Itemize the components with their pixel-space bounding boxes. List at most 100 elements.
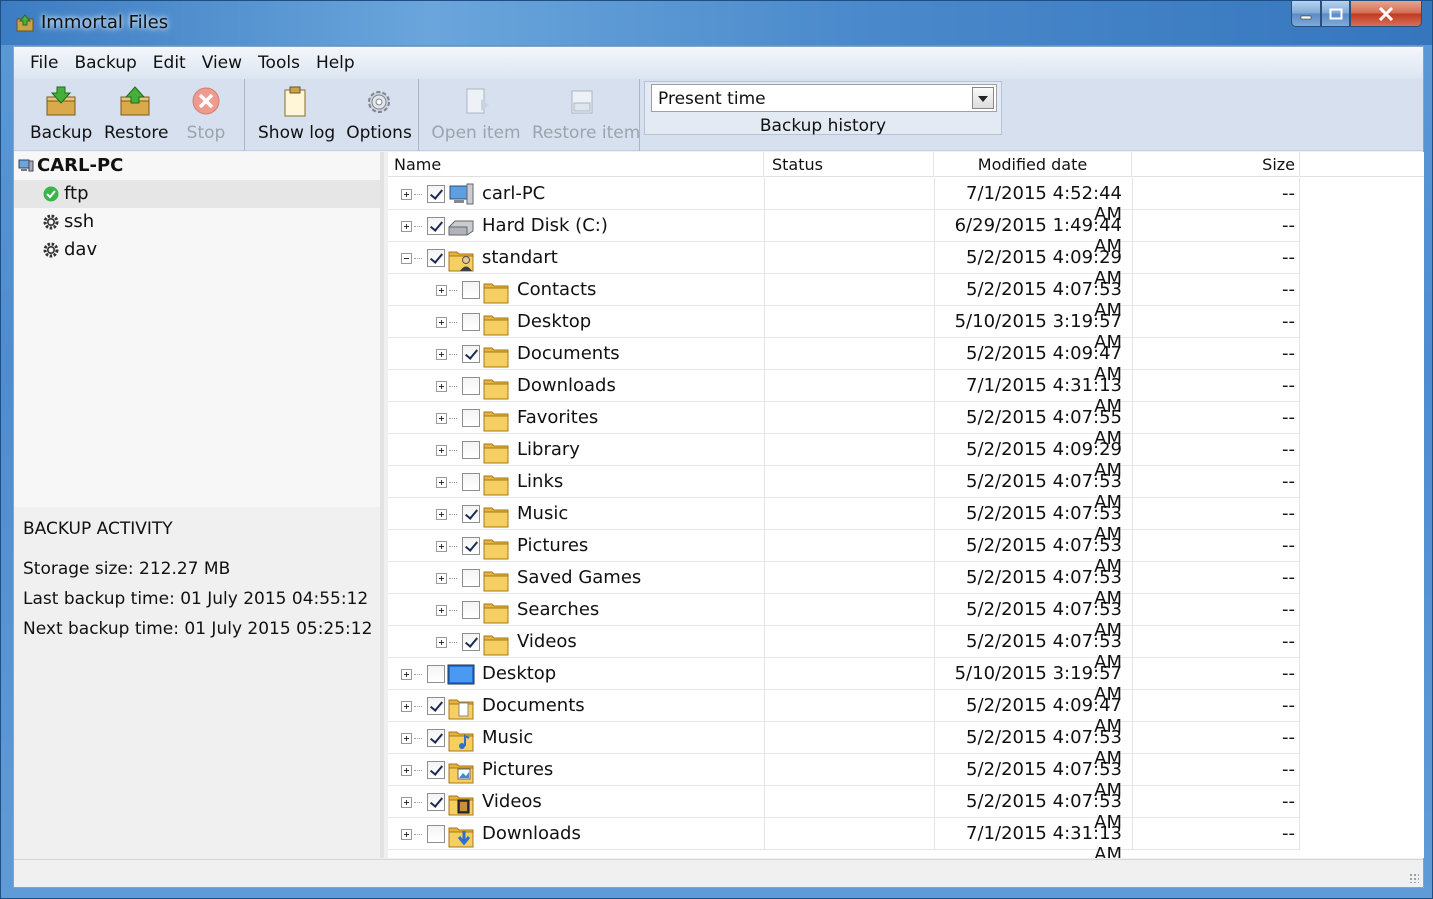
menu-backup[interactable]: Backup [66,53,144,73]
expand-icon[interactable] [401,797,412,808]
options-button[interactable]: Options [346,83,412,147]
row-checkbox[interactable] [427,217,445,235]
row-checkbox[interactable] [462,377,480,395]
tree-connector [449,610,457,611]
row-checkbox[interactable] [462,505,480,523]
row-checkbox[interactable] [427,825,445,843]
expand-icon[interactable] [436,413,447,424]
expand-icon[interactable] [436,509,447,520]
row-checkbox[interactable] [427,793,445,811]
backup-button[interactable]: Backup [30,83,92,147]
downloads-folder-icon [448,827,474,848]
backup-history-select[interactable]: Present time [651,84,997,112]
title-bar[interactable]: Immortal Files [1,1,1432,45]
row-checkbox[interactable] [427,761,445,779]
expand-icon[interactable] [436,605,447,616]
maximize-button[interactable] [1321,1,1350,27]
expand-icon[interactable] [401,701,412,712]
table-row[interactable]: Favorites 5/2/2015 4:07:55 AM -- [388,402,1300,449]
row-size: -- [1132,786,1300,818]
row-modified-date: 5/2/2015 4:07:53 AM [934,530,1132,577]
table-row[interactable]: Music 5/2/2015 4:07:53 AM -- [388,722,1300,769]
expand-icon[interactable] [401,765,412,776]
expand-icon[interactable] [436,477,447,488]
tree-item-dav[interactable]: dav [14,236,380,264]
collapse-icon[interactable] [401,253,412,264]
expand-icon[interactable] [436,317,447,328]
row-checkbox[interactable] [462,569,480,587]
column-header-name[interactable]: Name [388,152,764,177]
row-checkbox[interactable] [427,665,445,683]
row-checkbox[interactable] [462,633,480,651]
column-header-modified[interactable]: Modified date [934,152,1132,177]
menu-file[interactable]: File [22,53,66,73]
table-row[interactable]: Searches 5/2/2015 4:07:53 AM -- [388,594,1300,641]
expand-icon[interactable] [436,285,447,296]
expand-icon[interactable] [436,573,447,584]
row-checkbox[interactable] [462,601,480,619]
row-checkbox[interactable] [462,409,480,427]
row-size: -- [1132,562,1300,594]
row-checkbox[interactable] [462,537,480,555]
table-row[interactable]: carl-PC 7/1/2015 4:52:44 AM -- [388,178,1300,225]
table-row[interactable]: Documents 5/2/2015 4:09:47 AM -- [388,690,1300,737]
expand-icon[interactable] [401,221,412,232]
table-row[interactable]: Links 5/2/2015 4:07:53 AM -- [388,466,1300,513]
chevron-down-icon[interactable] [972,87,994,109]
stop-button[interactable]: Stop [178,83,234,147]
table-row[interactable]: Downloads 7/1/2015 4:31:13 AM -- [388,818,1300,858]
expand-icon[interactable] [436,541,447,552]
row-checkbox[interactable] [427,249,445,267]
row-checkbox[interactable] [462,473,480,491]
table-row[interactable]: Music 5/2/2015 4:07:53 AM -- [388,498,1300,545]
minimize-button[interactable] [1291,1,1321,27]
expand-icon[interactable] [436,637,447,648]
row-checkbox[interactable] [462,345,480,363]
table-row[interactable]: standart 5/2/2015 4:09:29 AM -- [388,242,1300,289]
close-button[interactable] [1350,1,1422,27]
tree-item-ssh[interactable]: ssh [14,208,380,236]
row-checkbox[interactable] [427,729,445,747]
menu-tools[interactable]: Tools [250,53,308,73]
row-status [764,242,934,274]
column-header-size[interactable]: Size [1132,152,1300,177]
table-row[interactable]: Documents 5/2/2015 4:09:47 AM -- [388,338,1300,385]
restore-item-button[interactable]: Restore item [532,83,640,147]
table-row[interactable]: Pictures 5/2/2015 4:07:53 AM -- [388,754,1300,801]
menu-help[interactable]: Help [308,53,363,73]
table-row[interactable]: Pictures 5/2/2015 4:07:53 AM -- [388,530,1300,577]
table-row[interactable]: Saved Games 5/2/2015 4:07:53 AM -- [388,562,1300,609]
expand-icon[interactable] [401,669,412,680]
backup-history-label: Backup history [759,116,887,136]
table-row[interactable]: Videos 5/2/2015 4:07:53 AM -- [388,626,1300,673]
row-checkbox[interactable] [427,185,445,203]
row-checkbox[interactable] [462,281,480,299]
expand-icon[interactable] [436,349,447,360]
expand-icon[interactable] [401,733,412,744]
row-checkbox[interactable] [427,697,445,715]
restore-button[interactable]: Restore [104,83,169,147]
table-row[interactable]: Desktop 5/10/2015 3:19:57 AM -- [388,306,1300,353]
table-row[interactable]: Contacts 5/2/2015 4:07:53 AM -- [388,274,1300,321]
menu-view[interactable]: View [194,53,250,73]
folder-icon [483,507,509,528]
row-checkbox[interactable] [462,313,480,331]
table-row[interactable]: Hard Disk (C:) 6/29/2015 1:49:44 AM -- [388,210,1300,257]
tree-root[interactable]: CARL-PC [14,152,380,180]
row-checkbox[interactable] [462,441,480,459]
table-row[interactable]: Desktop 5/10/2015 3:19:57 AM -- [388,658,1300,705]
table-row[interactable]: Downloads 7/1/2015 4:31:13 AM -- [388,370,1300,417]
expand-icon[interactable] [401,829,412,840]
expand-icon[interactable] [401,189,412,200]
table-row[interactable]: Videos 5/2/2015 4:07:53 AM -- [388,786,1300,833]
expand-icon[interactable] [436,381,447,392]
expand-icon[interactable] [436,445,447,456]
column-header-status[interactable]: Status [764,152,934,177]
table-row[interactable]: Library 5/2/2015 4:09:29 AM -- [388,434,1300,481]
resize-grip-icon[interactable] [1409,873,1419,883]
show-log-button[interactable]: Show log [258,83,335,147]
tree-item-ftp[interactable]: ftp [14,180,380,208]
open-item-button[interactable]: Open item [430,83,522,147]
row-status [764,530,934,562]
menu-edit[interactable]: Edit [145,53,194,73]
